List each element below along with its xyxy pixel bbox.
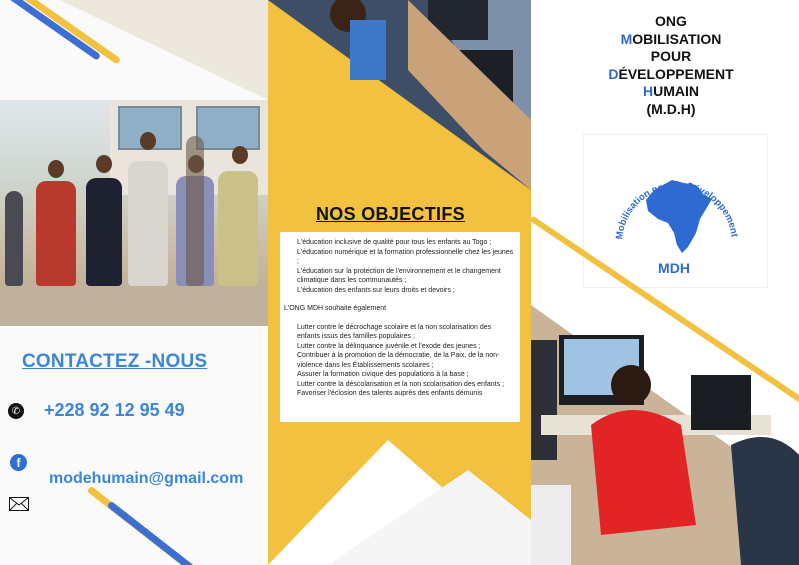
objectif-item: L'éducation inclusive de qualité pour to…: [297, 239, 492, 246]
mail-icon: [9, 497, 29, 511]
objectif-item: L'éducation numérique et la formation pr…: [297, 248, 514, 266]
decor-triangle: [60, 0, 268, 100]
person: [128, 161, 168, 286]
person: [5, 191, 23, 286]
facebook-icon[interactable]: f: [10, 454, 27, 471]
head: [48, 160, 64, 178]
objectif-item: L'éducation des enfants sur leurs droits…: [297, 286, 455, 294]
objectifs-box: L'éducation inclusive de qualité pour to…: [280, 232, 520, 422]
head: [96, 155, 112, 173]
group-photo: [0, 100, 268, 326]
ong-name: ONG MOBILISATION POUR DÉVELOPPEMENT HUMA…: [601, 13, 741, 118]
ong-line: POUR: [650, 48, 692, 64]
ong-line: ONG: [655, 13, 687, 29]
ong-line: (M.D.H): [646, 100, 696, 117]
person: [36, 181, 76, 286]
objectif-item: L'éducation sur la protection de l'envir…: [297, 267, 501, 285]
ong-line: HUMAIN: [642, 83, 699, 99]
objectif-item: Assurer la formation civique des populat…: [297, 371, 469, 378]
phone-icon: ✆: [8, 403, 24, 419]
head: [140, 132, 156, 150]
person: [186, 136, 204, 286]
objectifs-intro: L'ONG MDH souhaite également: [284, 305, 387, 312]
phone-number[interactable]: +228 92 12 95 49: [44, 400, 185, 421]
contact-title: CONTACTEZ -NOUS: [22, 351, 208, 372]
right-panel: ONG MOBILISATION POUR DÉVELOPPEMENT HUMA…: [531, 0, 799, 565]
objectif-item: Contribuer à la promotion de la démocrat…: [297, 352, 500, 369]
middle-panel: NOS OBJECTIFS L'éducation inclusive de q…: [268, 0, 531, 565]
person: [86, 178, 122, 286]
left-panel: CONTACTEZ -NOUS ✆ +228 92 12 95 49 f mod…: [0, 0, 268, 565]
kids-photo: [531, 305, 799, 565]
objectif-item: Lutter contre le décrochage scolaire et …: [297, 323, 492, 341]
objectif-item: Favoriser l'éclosion des talents auprès …: [297, 390, 483, 397]
email-address[interactable]: modehumain@gmail.com: [49, 470, 243, 488]
ong-line: MOBILISATION: [620, 30, 722, 47]
person: [218, 171, 258, 286]
objectif-item: Lutter contre la délinquance juvénile et…: [297, 342, 481, 350]
ground: [0, 281, 268, 326]
window: [196, 106, 260, 150]
ong-line: DÉVELOPPEMENT: [608, 65, 734, 82]
objectifs-title: NOS OBJECTIFS: [316, 204, 465, 224]
head: [232, 146, 248, 164]
objectif-item: Lutter contre la déscolarisation et la n…: [297, 380, 505, 388]
decor-stripe: [106, 500, 214, 565]
